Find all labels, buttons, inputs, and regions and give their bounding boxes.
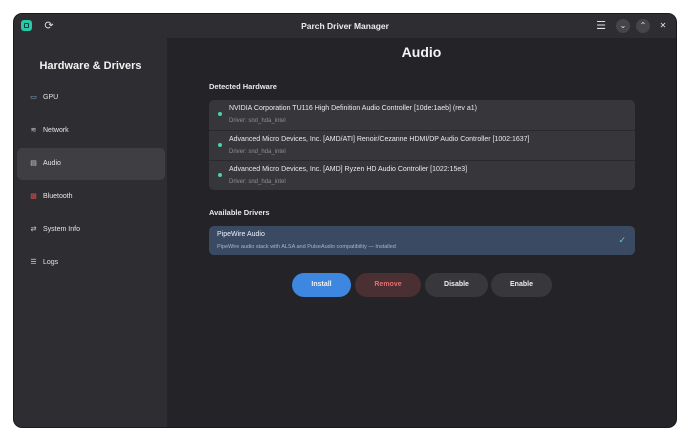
hardware-driver: Driver: snd_hda_intel bbox=[229, 149, 286, 155]
install-button[interactable]: Install bbox=[292, 273, 351, 297]
available-drivers-heading: Available Drivers bbox=[209, 208, 270, 217]
audio-card-icon: ▤ bbox=[30, 160, 37, 167]
hardware-driver: Driver: snd_hda_intel bbox=[229, 179, 286, 185]
sidebar-item-system-info[interactable]: ⇄ System Info bbox=[17, 214, 165, 246]
status-dot-icon bbox=[218, 173, 222, 177]
bluetooth-icon: ▩ bbox=[30, 193, 37, 200]
sidebar-item-bluetooth[interactable]: ▩ Bluetooth bbox=[17, 181, 165, 213]
list-item: Advanced Micro Devices, Inc. [AMD/ATI] R… bbox=[209, 130, 635, 160]
hardware-driver: Driver: snd_hda_intel bbox=[229, 118, 286, 124]
sidebar-title: Hardware & Drivers bbox=[39, 60, 142, 72]
sidebar-item-label: Network bbox=[43, 127, 69, 134]
sidebar-item-audio[interactable]: ▤ Audio bbox=[17, 148, 165, 180]
monitor-icon: ▭ bbox=[30, 94, 37, 101]
list-icon: ☰ bbox=[30, 259, 37, 266]
sidebar-item-label: GPU bbox=[43, 94, 59, 101]
hardware-name: Advanced Micro Devices, Inc. [AMD] Ryzen… bbox=[229, 166, 468, 173]
app-window: ⟳ Parch Driver Manager ☰ ⌄ ⌃ ✕ Hardware … bbox=[14, 14, 676, 427]
sidebar-item-network[interactable]: ≋ Network bbox=[17, 115, 165, 147]
wifi-icon: ≋ bbox=[30, 127, 37, 134]
hardware-name: Advanced Micro Devices, Inc. [AMD/ATI] R… bbox=[229, 136, 530, 143]
sidebar-item-logs[interactable]: ☰ Logs bbox=[17, 247, 165, 279]
list-item: NVIDIA Corporation TU116 High Definition… bbox=[209, 100, 635, 130]
enable-button[interactable]: Enable bbox=[491, 273, 552, 297]
sidebar-item-label: Audio bbox=[43, 160, 61, 167]
sidebar-item-label: Logs bbox=[43, 259, 59, 266]
sidebar-item-label: System Info bbox=[43, 226, 80, 233]
swap-arrows-icon: ⇄ bbox=[30, 226, 37, 233]
status-dot-icon bbox=[218, 143, 222, 147]
disable-button[interactable]: Disable bbox=[425, 273, 488, 297]
detected-hardware-heading: Detected Hardware bbox=[209, 82, 277, 91]
remove-button[interactable]: Remove bbox=[355, 273, 421, 297]
page-title: Audio bbox=[401, 44, 442, 60]
sidebar-item-gpu[interactable]: ▭ GPU bbox=[17, 82, 165, 114]
maximize-button[interactable]: ⌃ bbox=[636, 19, 650, 33]
minimize-button[interactable]: ⌄ bbox=[616, 19, 630, 33]
hardware-list: NVIDIA Corporation TU116 High Definition… bbox=[209, 100, 635, 190]
hardware-name: NVIDIA Corporation TU116 High Definition… bbox=[229, 105, 477, 112]
status-dot-icon bbox=[218, 112, 222, 116]
sidebar-item-label: Bluetooth bbox=[43, 193, 73, 200]
driver-name: PipeWire Audio bbox=[217, 231, 265, 238]
close-button[interactable]: ✕ bbox=[656, 19, 670, 33]
driver-item-pipewire[interactable]: PipeWire Audio PipeWire audio stack with… bbox=[209, 226, 635, 255]
driver-description: PipeWire audio stack with ALSA and Pulse… bbox=[217, 244, 396, 250]
title-bar: ⟳ Parch Driver Manager ☰ ⌄ ⌃ ✕ bbox=[14, 14, 676, 38]
list-item: Advanced Micro Devices, Inc. [AMD] Ryzen… bbox=[209, 160, 635, 190]
hamburger-menu-icon[interactable]: ☰ bbox=[594, 19, 608, 33]
check-icon: ✓ bbox=[618, 235, 626, 245]
sidebar: Hardware & Drivers ▭ GPU ≋ Network ▤ Aud… bbox=[14, 38, 167, 427]
window-title: Parch Driver Manager bbox=[301, 21, 389, 31]
